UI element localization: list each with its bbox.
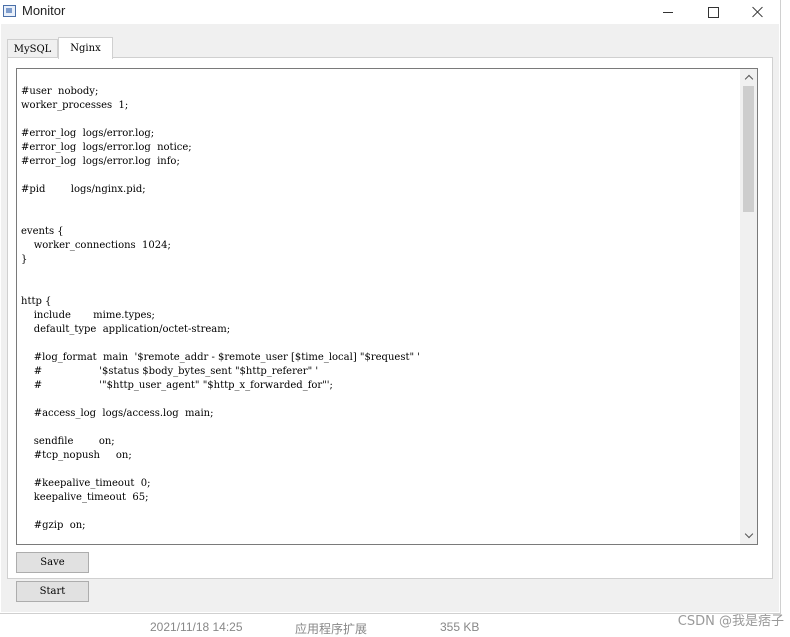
- code-line: #pid logs/nginx.pid;: [21, 184, 146, 195]
- code-line: #keepalive_timeout 0;: [21, 478, 151, 489]
- maximize-icon: [707, 6, 719, 18]
- code-line: # '$status $body_bytes_sent "$http_refer…: [21, 366, 319, 377]
- minimize-button[interactable]: [645, 0, 691, 24]
- code-line: http {: [21, 296, 52, 307]
- code-line: #error_log logs/error.log;: [21, 128, 155, 139]
- code-line: worker_connections 1024;: [21, 240, 171, 251]
- code-line: #access_log logs/access.log main;: [21, 408, 214, 419]
- background-file-row: 2021/11/18 14:25 应用程序扩展 355 KB: [0, 614, 790, 636]
- code-line: sendfile on;: [21, 436, 115, 447]
- code-line: #error_log logs/error.log info;: [21, 156, 180, 167]
- start-button[interactable]: Start: [16, 581, 89, 602]
- monitor-window: Monitor MySQL Nginx #user nobody; worker_…: [0, 0, 781, 614]
- background-type: 应用程序扩展: [295, 622, 368, 636]
- save-button[interactable]: Save: [16, 552, 89, 573]
- vertical-scrollbar[interactable]: [740, 69, 757, 544]
- app-icon: [3, 5, 16, 17]
- tab-mysql[interactable]: MySQL: [7, 39, 58, 59]
- code-line: }: [21, 254, 28, 265]
- maximize-button[interactable]: [690, 0, 736, 24]
- scroll-down-button[interactable]: [740, 527, 757, 544]
- chevron-up-icon: [744, 74, 753, 84]
- code-line: #log_format main '$remote_addr - $remote…: [21, 352, 420, 363]
- code-line: #error_log logs/error.log notice;: [21, 142, 192, 153]
- config-text-editor[interactable]: #user nobody; worker_processes 1; #error_l…: [16, 68, 758, 545]
- chevron-down-icon: [744, 529, 753, 539]
- window-title: Monitor: [22, 3, 66, 18]
- close-button[interactable]: [735, 0, 781, 24]
- background-date: 2021/11/18 14:25: [150, 620, 243, 634]
- code-line: worker_processes 1;: [21, 100, 129, 111]
- background-size: 355 KB: [440, 620, 480, 634]
- config-text: #user nobody; worker_processes 1; #error_l…: [21, 71, 739, 533]
- code-line: keepalive_timeout 65;: [21, 492, 149, 503]
- code-line: default_type application/octet-stream;: [21, 324, 231, 335]
- title-bar[interactable]: Monitor: [0, 0, 780, 24]
- close-icon: [752, 6, 764, 18]
- code-line: #user nobody;: [21, 86, 99, 97]
- code-line: # '"$http_user_agent" "$http_x_forwarded…: [21, 380, 333, 391]
- code-line: #gzip on;: [21, 520, 86, 531]
- minimize-icon: [663, 11, 673, 13]
- code-line: events {: [21, 226, 64, 237]
- code-line: include mime.types;: [21, 310, 155, 321]
- client-area: MySQL Nginx #user nobody; worker_processe…: [1, 24, 779, 612]
- scroll-up-button[interactable]: [740, 69, 757, 86]
- tab-nginx[interactable]: Nginx: [58, 37, 113, 59]
- scroll-thumb[interactable]: [743, 86, 754, 212]
- code-line: #tcp_nopush on;: [21, 450, 132, 461]
